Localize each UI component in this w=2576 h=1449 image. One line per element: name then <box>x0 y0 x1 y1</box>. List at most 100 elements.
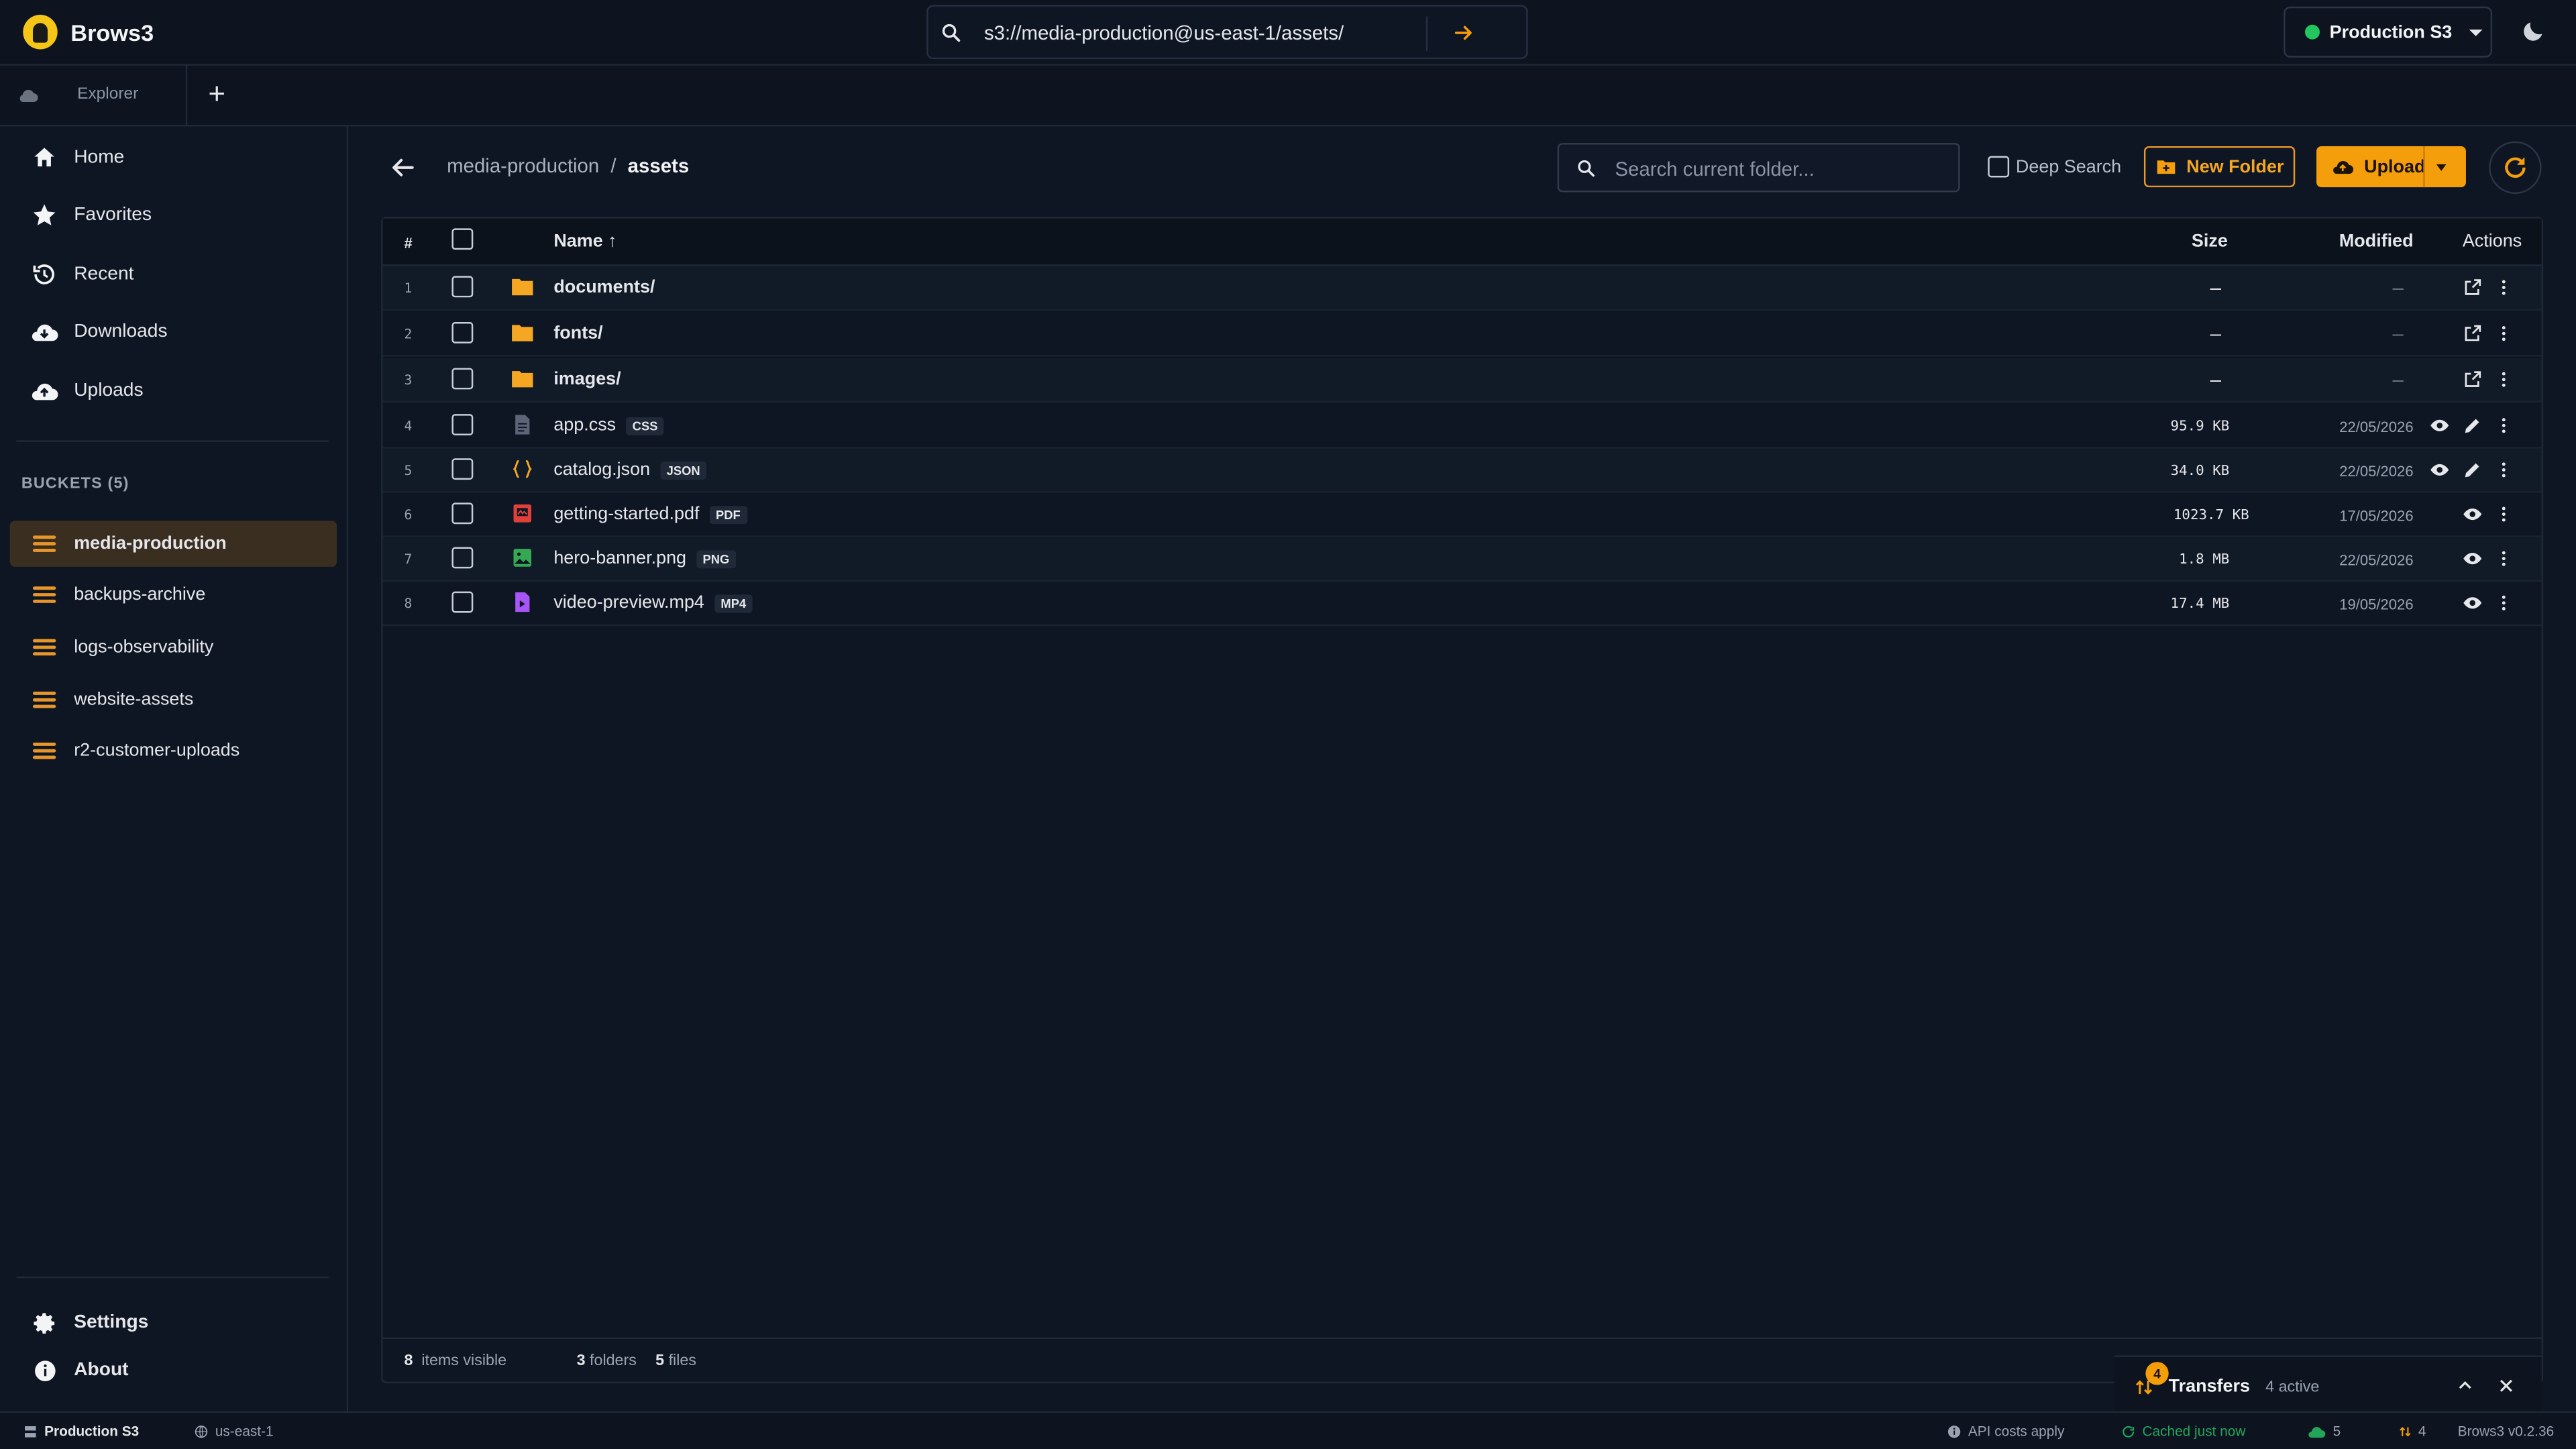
add-tab-button[interactable]: + <box>204 79 230 109</box>
file-name-group[interactable]: catalog.json JSON <box>553 460 707 480</box>
open-external-icon[interactable] <box>2463 370 2482 389</box>
table-row[interactable]: 4 app.css CSS 95.9 KB 22/05/2026 <box>382 404 2542 449</box>
address-bar[interactable]: s3://media-production@us-east-1/assets/ <box>926 5 1528 60</box>
select-all-checkbox[interactable] <box>451 228 474 250</box>
sidebar-item-label: Recent <box>74 264 134 284</box>
more-vertical-icon[interactable] <box>2494 593 2514 612</box>
more-vertical-icon[interactable] <box>2494 370 2514 389</box>
new-folder-button[interactable]: New Folder <box>2143 146 2296 188</box>
file-name-group[interactable]: app.css CSS <box>553 416 665 435</box>
bucket-item-backups-archive[interactable]: backups-archive <box>10 572 337 618</box>
sidebar-item-uploads[interactable]: Uploads <box>30 374 144 407</box>
file-name-group[interactable]: video-preview.mp4 MP4 <box>553 593 753 612</box>
open-external-icon[interactable] <box>2463 323 2482 343</box>
sidebar-item-home[interactable]: Home <box>30 142 124 174</box>
row-number: 7 <box>404 551 413 567</box>
folder-icon <box>512 278 533 296</box>
chevron-down-icon[interactable] <box>2436 164 2447 171</box>
deep-search-checkbox[interactable] <box>1988 156 2010 178</box>
file-name-group[interactable]: hero-banner.png PNG <box>553 549 737 568</box>
star-icon <box>30 201 59 230</box>
table-row[interactable]: 3 images/ – – <box>382 358 2542 403</box>
upload-button[interactable]: Upload <box>2316 146 2466 188</box>
bucket-item-r2-customer-uploads[interactable]: r2-customer-uploads <box>10 728 337 774</box>
more-vertical-icon[interactable] <box>2494 460 2514 480</box>
more-vertical-icon[interactable] <box>2494 504 2514 524</box>
row-checkbox[interactable] <box>451 368 474 390</box>
go-button[interactable] <box>1448 18 1481 48</box>
more-vertical-icon[interactable] <box>2494 549 2514 568</box>
file-name: catalog.json <box>553 460 651 480</box>
more-vertical-icon[interactable] <box>2494 323 2514 343</box>
bucket-item-media-production[interactable]: media-production <box>9 521 337 567</box>
table-row[interactable]: 6 getting-started.pdf PDF 1023.7 KB 17/05… <box>382 493 2542 537</box>
folder-icon <box>512 325 533 341</box>
deep-search-toggle[interactable]: Deep Search <box>1988 156 2121 178</box>
sidebar-item-settings[interactable]: Settings <box>30 1306 148 1339</box>
bucket-icon <box>32 586 56 604</box>
status-transfer-count: 4 <box>2399 1423 2426 1439</box>
info-icon <box>30 1355 59 1385</box>
file-name[interactable]: documents/ <box>553 278 655 297</box>
pencil-icon[interactable] <box>2463 460 2482 480</box>
row-checkbox[interactable] <box>451 276 474 298</box>
transfer-arrows-icon <box>2400 1426 2411 1436</box>
status-profile[interactable]: Production S3 <box>23 1423 139 1439</box>
file-name[interactable]: images/ <box>553 370 621 389</box>
row-checkbox[interactable] <box>451 591 474 613</box>
row-number: 3 <box>404 372 413 388</box>
file-name[interactable]: fonts/ <box>553 323 602 343</box>
table-row[interactable]: 2 fonts/ – – <box>382 312 2542 357</box>
more-vertical-icon[interactable] <box>2494 278 2514 297</box>
table-row[interactable]: 5 catalog.json JSON 34.0 KB 22/05/2026 <box>382 448 2542 493</box>
brand[interactable]: Brows3 <box>23 15 154 50</box>
sidebar-item-label: Downloads <box>74 322 168 342</box>
col-name[interactable]: Name ↑ <box>553 231 616 251</box>
sidebar-item-favorites[interactable]: Favorites <box>30 199 152 231</box>
sidebar-item-about[interactable]: About <box>30 1354 129 1387</box>
sidebar-divider <box>16 440 329 442</box>
open-external-icon[interactable] <box>2463 278 2482 297</box>
file-modified: 22/05/2026 <box>2339 419 2414 435</box>
file-type-badge: PDF <box>709 505 747 524</box>
eye-icon[interactable] <box>2463 504 2482 524</box>
row-checkbox[interactable] <box>451 547 474 569</box>
table-row[interactable]: 8 video-preview.mp4 MP4 17.4 MB 19/05/202… <box>382 582 2542 627</box>
sidebar-item-downloads[interactable]: Downloads <box>30 315 168 348</box>
table-row[interactable]: 7 hero-banner.png PNG 1.8 MB 22/05/2026 <box>382 537 2542 582</box>
file-name-group[interactable]: getting-started.pdf PDF <box>553 504 747 524</box>
close-icon[interactable] <box>2497 1377 2515 1395</box>
pencil-icon[interactable] <box>2463 416 2482 435</box>
refresh-button[interactable] <box>2489 141 2542 194</box>
eye-icon[interactable] <box>2463 549 2482 568</box>
status-region: us-east-1 <box>194 1423 274 1439</box>
upload-split-divider <box>2423 146 2425 188</box>
folder-search-field[interactable]: Search current folder... <box>1557 143 1960 193</box>
back-button[interactable] <box>388 153 417 182</box>
eye-icon[interactable] <box>2430 460 2449 480</box>
address-input[interactable]: s3://media-production@us-east-1/assets/ <box>984 21 1344 44</box>
folder-search-placeholder: Search current folder... <box>1615 158 1815 181</box>
cloud-check-icon <box>2308 1426 2326 1437</box>
row-number: 2 <box>404 327 413 342</box>
theme-toggle-button[interactable] <box>2520 18 2546 44</box>
eye-icon[interactable] <box>2463 593 2482 612</box>
table-row[interactable]: 1 documents/ – – <box>382 266 2542 311</box>
row-checkbox[interactable] <box>451 414 474 435</box>
eye-icon[interactable] <box>2430 416 2449 435</box>
col-size[interactable]: Size <box>2192 231 2228 251</box>
chevron-up-icon[interactable] <box>2456 1377 2474 1395</box>
environment-selector[interactable]: Production S3 <box>2284 6 2493 58</box>
col-num: # <box>404 235 413 252</box>
breadcrumb-root[interactable]: media-production <box>447 154 599 177</box>
bucket-item-website-assets[interactable]: website-assets <box>10 677 337 723</box>
row-checkbox[interactable] <box>451 322 474 343</box>
more-vertical-icon[interactable] <box>2494 416 2514 435</box>
sidebar-item-recent[interactable]: Recent <box>30 258 133 290</box>
tab-explorer[interactable]: Explorer <box>0 65 188 125</box>
row-checkbox[interactable] <box>451 502 474 525</box>
col-modified[interactable]: Modified <box>2339 231 2414 251</box>
transfers-panel[interactable]: 4 Transfers 4 active <box>2114 1355 2542 1411</box>
bucket-item-logs-observability[interactable]: logs-observability <box>10 625 337 671</box>
row-checkbox[interactable] <box>451 458 474 480</box>
